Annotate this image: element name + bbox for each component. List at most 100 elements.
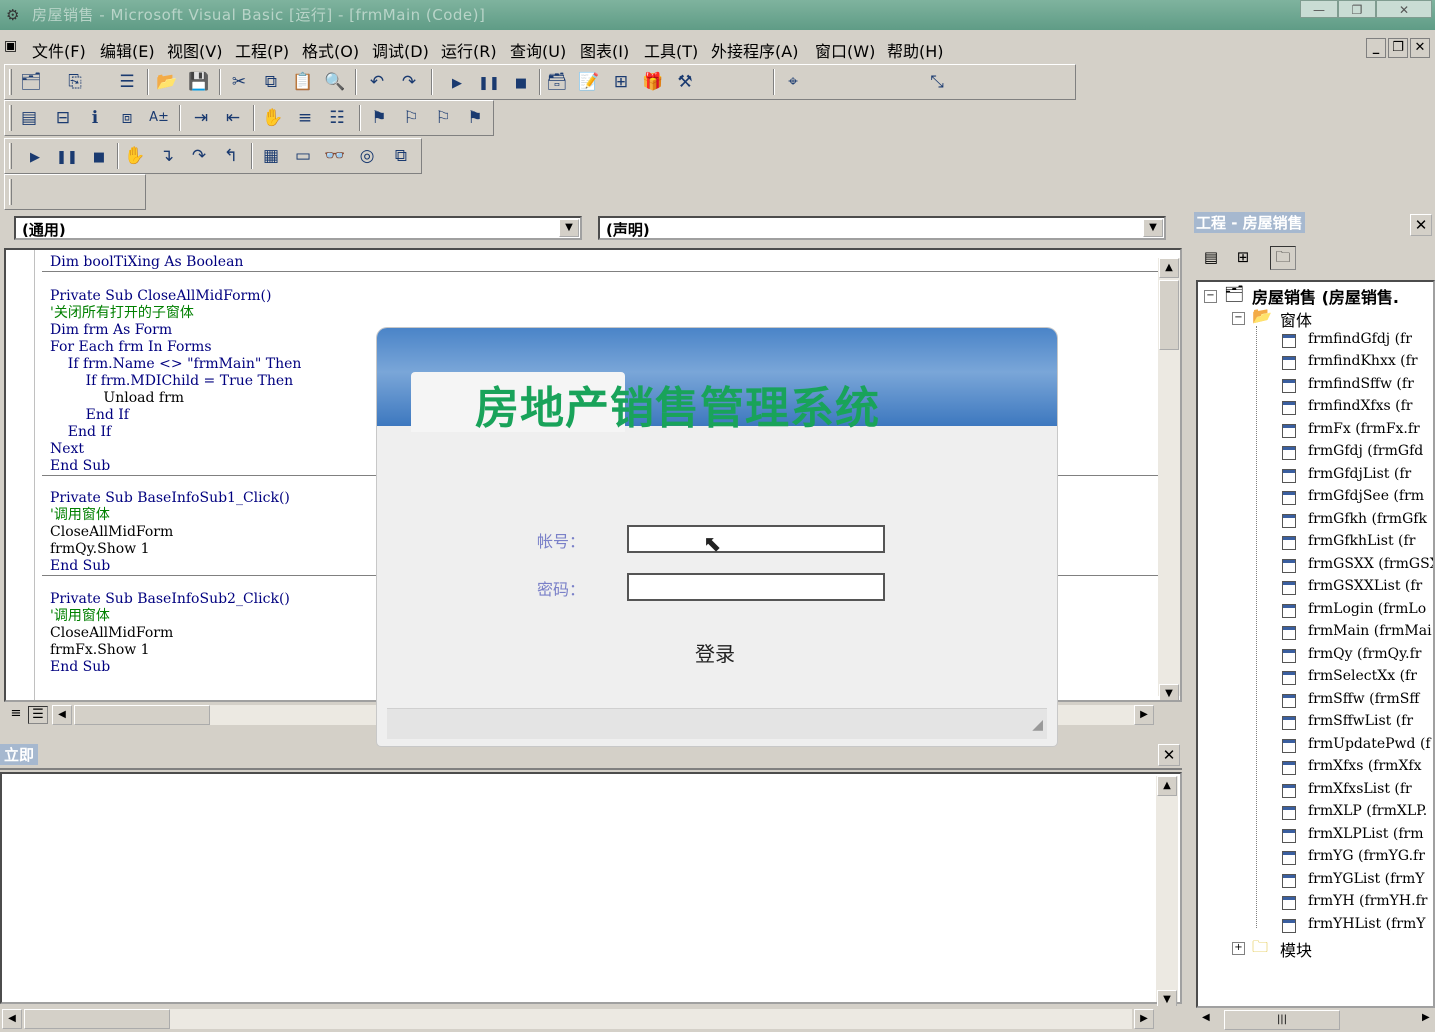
breakpoint-icon[interactable]: ✋ xyxy=(123,144,147,168)
minimize-button[interactable]: — xyxy=(1300,0,1338,18)
code-line[interactable]: frmQy.Show 1 xyxy=(50,541,150,558)
step-out-icon[interactable]: ↰ xyxy=(219,144,243,168)
code-line[interactable]: '调用窗体 xyxy=(50,608,110,625)
watch-icon[interactable]: 👓 xyxy=(323,144,347,168)
horizontal-scroll-thumb[interactable]: ||| xyxy=(1224,1010,1340,1030)
immediate-icon[interactable]: ▭ xyxy=(291,144,315,168)
tree-form-item[interactable]: frmGfdjList (fr xyxy=(1308,466,1411,482)
menu-edit[interactable]: 编辑(E) xyxy=(100,38,155,62)
code-line[interactable]: End Sub xyxy=(50,659,110,676)
call-stack-icon[interactable]: ⧉ xyxy=(389,144,413,168)
list-constants-icon[interactable]: ⊟ xyxy=(51,106,75,130)
indent-icon[interactable]: ⇥ xyxy=(189,106,213,130)
code-line[interactable]: Dim frm As Form xyxy=(50,322,172,339)
menu-format[interactable]: 格式(O) xyxy=(302,38,359,62)
save-icon[interactable]: 💾 xyxy=(187,70,211,94)
find-icon[interactable]: 🔍 xyxy=(323,70,347,94)
tree-form-item[interactable]: frmXfxs (frmXfx xyxy=(1308,758,1421,774)
tree-form-item[interactable]: frmGfdjSee (frm xyxy=(1308,488,1424,504)
tree-form-item[interactable]: frmGSXX (frmGSX xyxy=(1308,556,1433,572)
scroll-up-button[interactable]: ▲ xyxy=(1157,776,1177,796)
tree-form-item[interactable]: frmfindSffw (fr xyxy=(1308,376,1414,392)
procedure-combo[interactable]: (声明) ▼ xyxy=(598,216,1166,240)
toolbar-grip[interactable] xyxy=(9,179,12,205)
tree-form-item[interactable]: frmYG (frmYG.fr xyxy=(1308,848,1425,864)
tree-form-item[interactable]: frmGfkh (frmGfk xyxy=(1308,511,1427,527)
scroll-left-button[interactable]: ◀ xyxy=(52,705,72,725)
code-line[interactable]: For Each frm In Forms xyxy=(50,339,212,356)
previous-bookmark-icon[interactable]: ⚐ xyxy=(431,106,455,130)
resize-grip-icon[interactable]: ◢ xyxy=(1032,717,1043,733)
parameter-info-icon[interactable]: ⧈ xyxy=(115,106,139,130)
tree-form-item[interactable]: frmQy (frmQy.fr xyxy=(1308,646,1421,662)
scroll-right-button[interactable]: ▶ xyxy=(1134,1009,1154,1029)
form-layout-icon[interactable]: ⊞ xyxy=(609,70,633,94)
menu-tools[interactable]: 工具(T) xyxy=(644,38,698,62)
code-line[interactable]: Private Sub BaseInfoSub1_Click() xyxy=(50,490,290,507)
chevron-down-icon[interactable]: ▼ xyxy=(1143,219,1163,237)
code-line[interactable]: If frm.Name <> "frmMain" Then xyxy=(50,356,302,373)
code-line[interactable]: CloseAllMidForm xyxy=(50,524,173,541)
code-line[interactable]: End If xyxy=(50,424,111,441)
quick-watch-icon[interactable]: ◎ xyxy=(355,144,379,168)
mdi-close-button[interactable]: ✕ xyxy=(1410,38,1430,58)
view-code-icon[interactable]: ▤ xyxy=(1200,248,1222,270)
comment-block-icon[interactable]: ≡ xyxy=(293,106,317,130)
full-module-view-icon[interactable]: ☰ xyxy=(28,706,48,724)
mdi-child-icon[interactable]: ▣ xyxy=(4,38,24,56)
tree-form-item[interactable]: frmYGList (frmY xyxy=(1308,871,1424,887)
tree-form-item[interactable]: frmLogin (frmLo xyxy=(1308,601,1426,617)
scroll-right-button[interactable]: ▶ xyxy=(1422,1012,1430,1023)
project-explorer-icon[interactable]: 🗃 xyxy=(545,70,569,94)
procedure-view-icon[interactable]: ≡ xyxy=(6,706,26,724)
code-line[interactable]: '关闭所有打开的子窗体 xyxy=(50,305,194,322)
scroll-up-button[interactable]: ▲ xyxy=(1159,258,1179,278)
menu-window[interactable]: 窗口(W) xyxy=(815,38,875,62)
uncomment-block-icon[interactable]: ☷ xyxy=(325,106,349,130)
horizontal-scroll-thumb[interactable] xyxy=(24,1009,170,1029)
code-line[interactable]: Unload frm xyxy=(50,390,184,407)
toggle-breakpoint-icon[interactable]: ✋ xyxy=(261,106,285,130)
code-line[interactable]: Next xyxy=(50,441,84,458)
forms-folder-label[interactable]: 窗体 xyxy=(1280,307,1312,331)
continue-icon[interactable]: ▶ xyxy=(23,146,47,170)
undo-icon[interactable]: ↶ xyxy=(365,70,389,94)
quick-info-icon[interactable]: ℹ xyxy=(83,106,107,130)
collapse-forms-icon[interactable]: − xyxy=(1232,312,1245,325)
code-line[interactable]: '调用窗体 xyxy=(50,507,110,524)
break-icon[interactable]: ❚❚ xyxy=(55,146,79,170)
tree-form-item[interactable]: frmYH (frmYH.fr xyxy=(1308,893,1427,909)
next-bookmark-icon[interactable]: ⚐ xyxy=(399,106,423,130)
list-properties-icon[interactable]: ▤ xyxy=(17,106,41,130)
end-icon[interactable]: ■ xyxy=(87,146,111,170)
tree-form-item[interactable]: frmYHList (frmY xyxy=(1308,916,1426,932)
toolbar-grip[interactable] xyxy=(9,69,12,95)
object-combo[interactable]: (通用) ▼ xyxy=(14,216,582,240)
stop-icon[interactable]: ■ xyxy=(509,72,533,96)
pause-icon[interactable]: ❚❚ xyxy=(477,72,501,96)
menu-diagram[interactable]: 图表(I) xyxy=(580,38,629,62)
collapse-root-icon[interactable]: − xyxy=(1204,290,1217,303)
tree-form-item[interactable]: frmXLPList (frm xyxy=(1308,826,1423,842)
properties-icon[interactable]: 📝 xyxy=(577,70,601,94)
expand-modules-icon[interactable]: + xyxy=(1232,942,1245,955)
toolbar-grip[interactable] xyxy=(9,143,12,169)
tree-form-item[interactable]: frmGSXXList (fr xyxy=(1308,578,1422,594)
add-project-icon[interactable]: 🗂 xyxy=(19,70,43,94)
code-line[interactable]: Private Sub CloseAllMidForm() xyxy=(50,288,271,305)
tree-form-item[interactable]: frmSelectXx (fr xyxy=(1308,668,1417,684)
paste-icon[interactable]: 📋 xyxy=(291,70,315,94)
view-object-icon[interactable]: ⊞ xyxy=(1232,248,1254,270)
toolbar-grip[interactable] xyxy=(9,105,12,131)
margin-indicator-bar[interactable] xyxy=(6,250,35,700)
object-browser-icon[interactable]: 🎁 xyxy=(641,70,665,94)
tree-form-item[interactable]: frmSffwList (fr xyxy=(1308,713,1413,729)
mdi-minimize-button[interactable]: _ xyxy=(1366,38,1386,58)
account-input[interactable] xyxy=(627,525,885,553)
code-line[interactable]: End Sub xyxy=(50,458,110,475)
immediate-vertical-scrollbar[interactable]: ▲ ▼ xyxy=(1156,776,1178,1010)
project-tree[interactable]: − 🗂 房屋销售 (房屋销售. − 📂 窗体 frmfindGfdj (fr f… xyxy=(1196,280,1435,1008)
immediate-close-button[interactable]: ✕ xyxy=(1158,744,1180,766)
tree-form-item[interactable]: frmSffw (frmSff xyxy=(1308,691,1419,707)
redo-icon[interactable]: ↷ xyxy=(397,70,421,94)
